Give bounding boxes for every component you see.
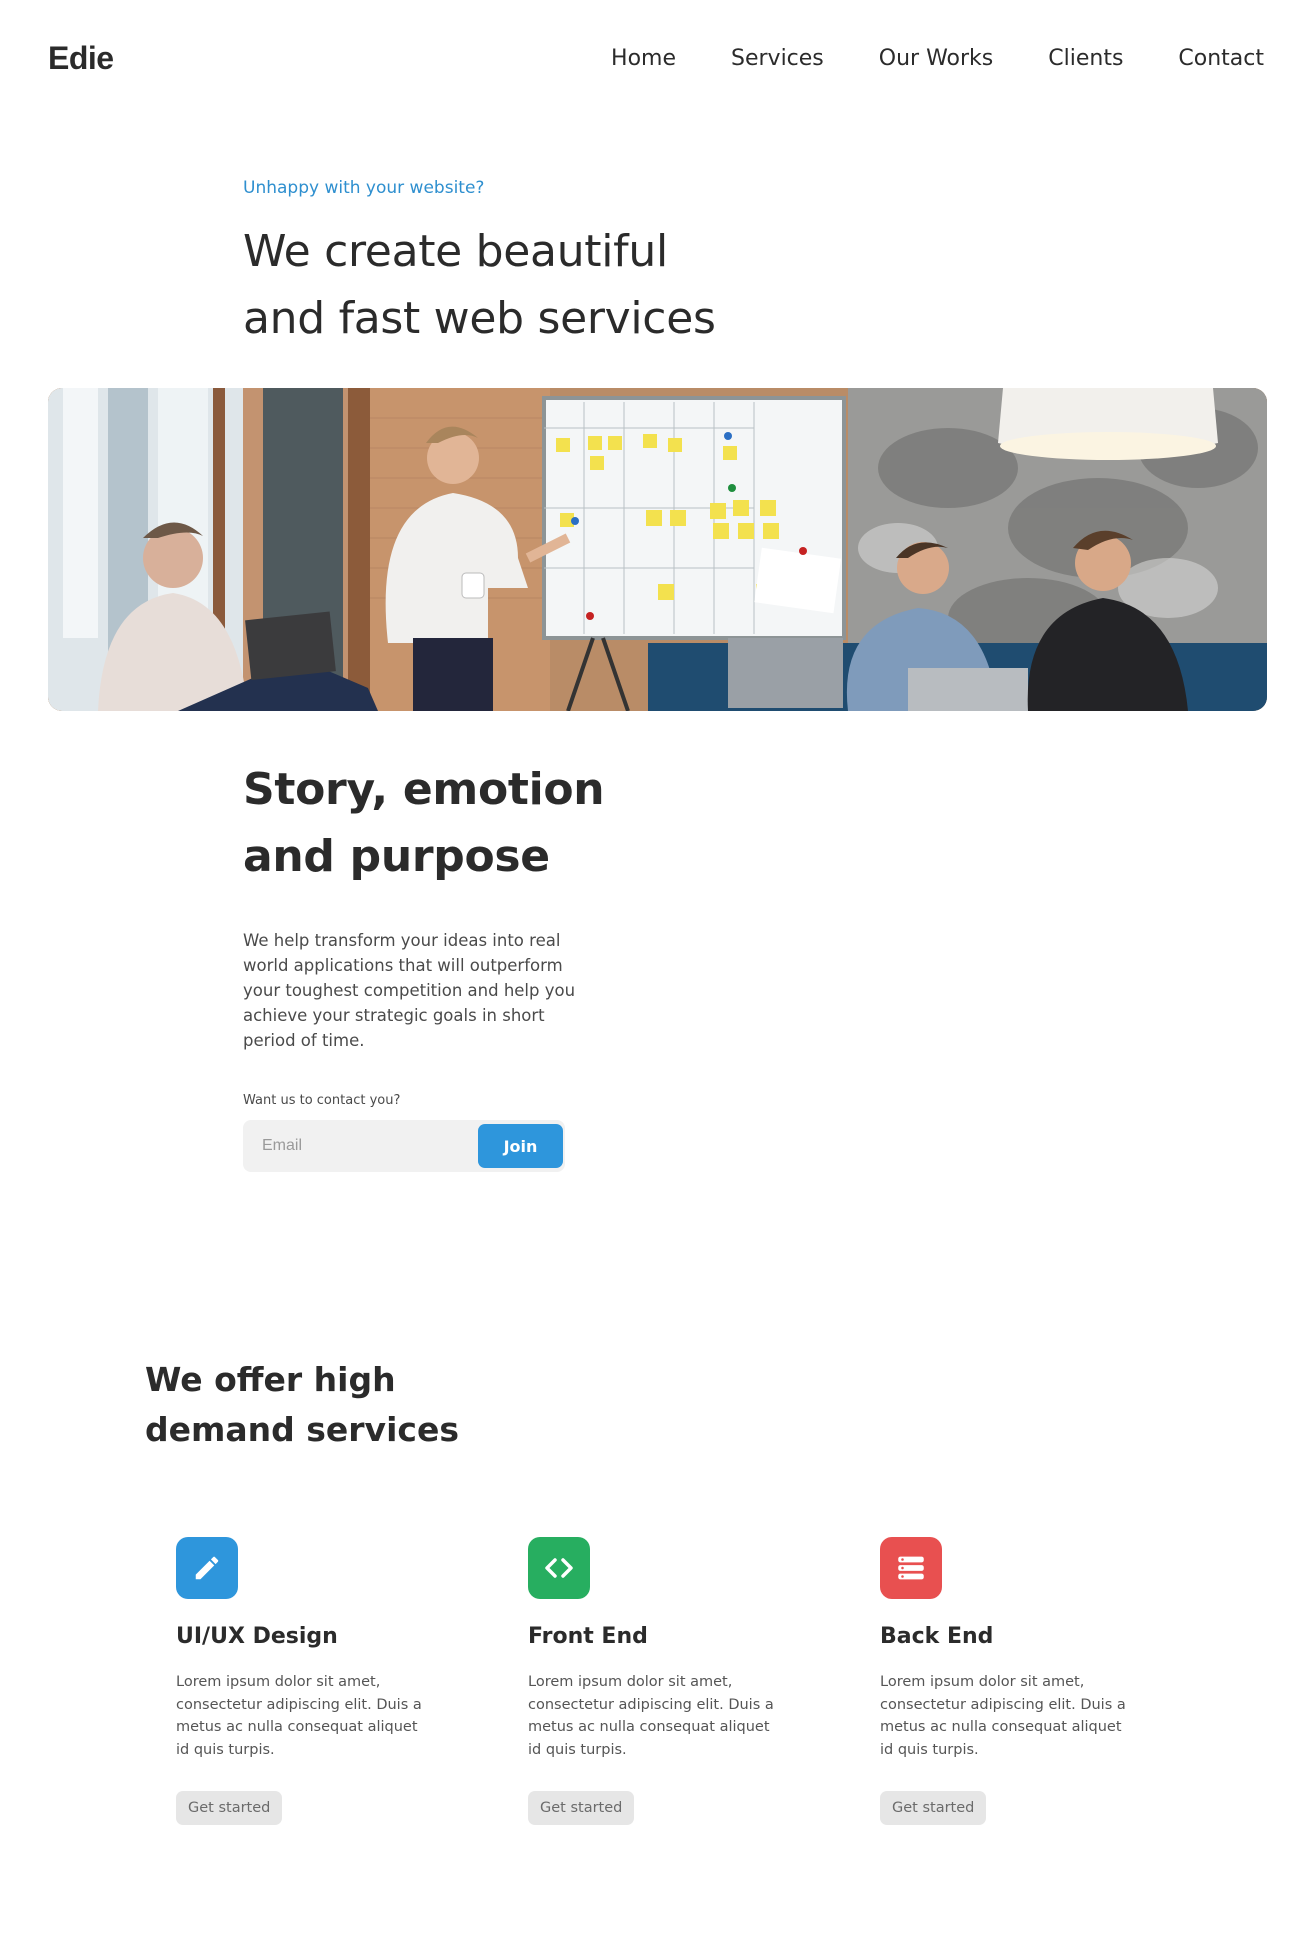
hero-eyebrow: Unhappy with your website?: [243, 178, 485, 198]
contact-label: Want us to contact you?: [243, 1093, 401, 1108]
story-title: Story, emotion and purpose: [243, 756, 743, 890]
get-started-button[interactable]: Get started: [880, 1791, 987, 1825]
service-card-uiux: UI/UX Design Lorem ipsum dolor sit amet,…: [176, 1537, 436, 1825]
hero-title: We create beautiful and fast web service…: [243, 218, 883, 352]
service-text: Lorem ipsum dolor sit amet, consectetur …: [880, 1674, 1126, 1758]
service-card-back-end: Back End Lorem ipsum dolor sit amet, con…: [880, 1537, 1140, 1825]
story-text: We help transform your ideas into real w…: [243, 931, 576, 1050]
main-nav: Home Services Our Works Clients Contact: [611, 46, 1264, 71]
services-title: We offer high demand services: [145, 1355, 545, 1455]
server-icon: [880, 1537, 942, 1599]
site-header: Edie Home Services Our Works Clients Con…: [0, 0, 1308, 124]
get-started-button[interactable]: Get started: [176, 1791, 283, 1825]
code-icon: [528, 1537, 590, 1599]
pencil-icon: [176, 1537, 238, 1599]
hero-title-line2: and fast web services: [243, 293, 716, 344]
join-button[interactable]: Join: [478, 1124, 563, 1168]
story-title-line1: Story, emotion: [243, 764, 605, 815]
get-started-button[interactable]: Get started: [528, 1791, 635, 1825]
story-title-line2: and purpose: [243, 831, 550, 882]
service-title: Back End: [880, 1624, 994, 1649]
nav-our-works-link[interactable]: Our Works: [879, 46, 993, 71]
services-title-line1: We offer high: [145, 1360, 396, 1399]
hero-title-line1: We create beautiful: [243, 226, 668, 277]
service-title: UI/UX Design: [176, 1624, 338, 1649]
nav-home-link[interactable]: Home: [611, 46, 676, 71]
service-text: Lorem ipsum dolor sit amet, consectetur …: [176, 1674, 422, 1758]
logo[interactable]: Edie: [48, 40, 114, 77]
email-field[interactable]: [243, 1120, 473, 1172]
service-card-front-end: Front End Lorem ipsum dolor sit amet, co…: [528, 1537, 788, 1825]
service-title: Front End: [528, 1624, 648, 1649]
service-text: Lorem ipsum dolor sit amet, consectetur …: [528, 1674, 774, 1758]
hero-image: [48, 388, 1267, 711]
nav-clients-link[interactable]: Clients: [1048, 46, 1123, 71]
services-title-line2: demand services: [145, 1410, 459, 1449]
nav-contact-link[interactable]: Contact: [1178, 46, 1264, 71]
team-meeting-photo-icon: [48, 388, 1267, 711]
nav-services-link[interactable]: Services: [731, 46, 824, 71]
contact-form: Join: [243, 1120, 565, 1172]
